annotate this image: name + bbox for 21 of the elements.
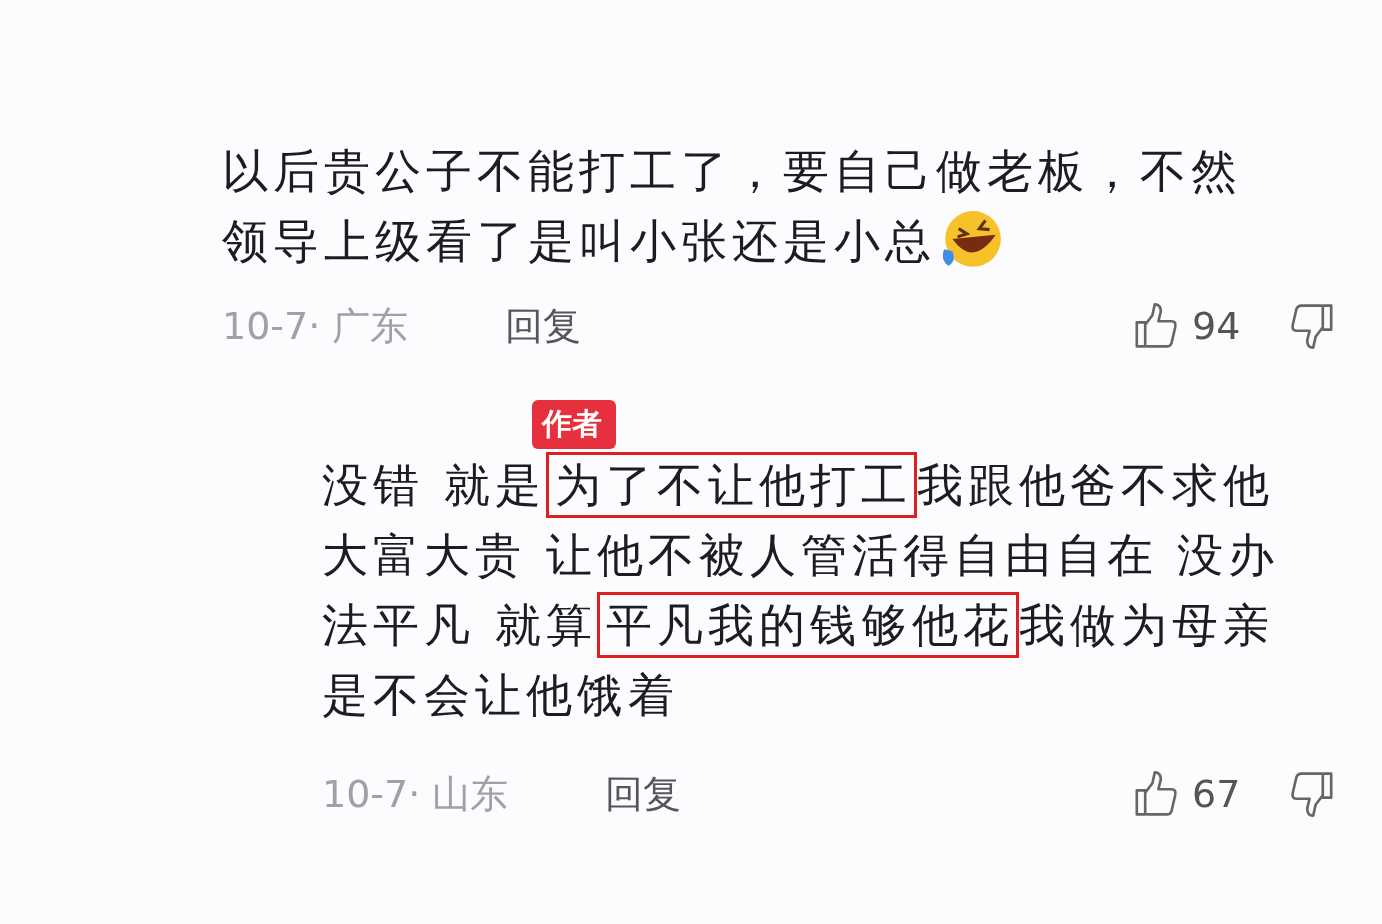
highlighted-text: 平凡我的钱够他花 [596, 592, 1019, 658]
comment-text: 没错 就是 [322, 457, 546, 514]
reply-button[interactable]: 回复 [605, 768, 681, 820]
comment-date-location: 10-7· 广东 [222, 302, 410, 350]
reply-button[interactable]: 回复 [505, 300, 581, 352]
comment-text: 以后贵公子不能打工了，要自己做老板，不然 [222, 143, 1242, 200]
thumbs-down-icon[interactable] [1288, 770, 1336, 818]
highlighted-text: 为了不让他打工 [545, 452, 917, 518]
thumbs-down-icon[interactable] [1288, 302, 1336, 350]
comment-text: 我跟他爸不求他 [916, 457, 1274, 514]
like-count: 94 [1192, 304, 1242, 348]
comment-text: 是不会让他饿着 [322, 667, 679, 724]
thumbs-up-icon[interactable] [1132, 770, 1180, 818]
comment-date-location: 10-7· 山东 [322, 770, 510, 818]
comment-text: 领导上级看了是叫小张还是小总 [222, 213, 936, 270]
comment-text: 大富大贵 让他不被人管活得自由自在 没办 [322, 527, 1280, 584]
like-count: 67 [1192, 772, 1242, 816]
comment-text: 法平凡 就算 [322, 597, 597, 654]
author-badge: 作者 [532, 400, 616, 449]
comment-text: 我做为母亲 [1018, 597, 1274, 654]
thumbs-up-icon[interactable] [1132, 302, 1180, 350]
